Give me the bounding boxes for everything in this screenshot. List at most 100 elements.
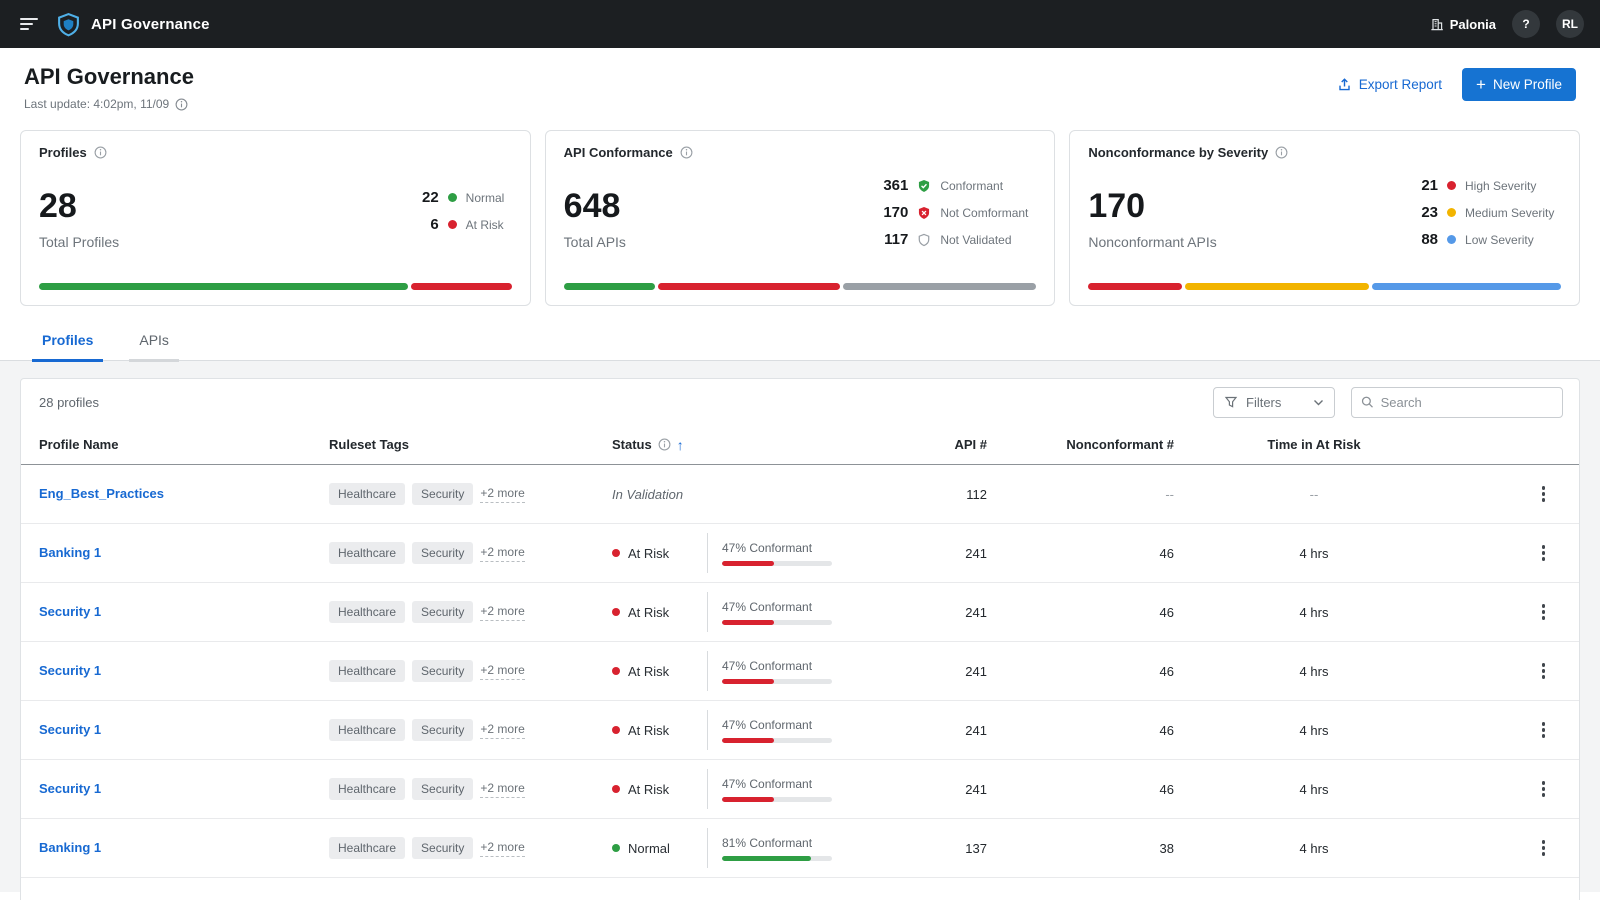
- status-text: At Risk: [628, 546, 669, 561]
- status-text: In Validation: [612, 487, 683, 502]
- info-icon[interactable]: [680, 146, 693, 159]
- ruleset-tags-cell: HealthcareSecurity+2 more: [329, 778, 612, 800]
- status-cell: At Risk: [612, 546, 707, 561]
- status-dot-icon: [612, 667, 620, 675]
- export-report-link[interactable]: Export Report: [1337, 77, 1442, 92]
- more-tags-link[interactable]: +2 more: [480, 545, 524, 562]
- col-profile-name: Profile Name: [39, 437, 329, 452]
- content-area: 28 profiles Filters: [0, 361, 1600, 892]
- profiles-card-title: Profiles: [39, 145, 87, 160]
- ruleset-tag-pill: Security: [412, 483, 473, 505]
- legend-item: 361 Conformant: [880, 177, 1036, 194]
- severity-dot-icon: [1447, 181, 1456, 190]
- nonconformant-count-cell: 46: [987, 546, 1174, 561]
- ruleset-tag-pill: Healthcare: [329, 778, 405, 800]
- info-icon[interactable]: [94, 146, 107, 159]
- nonconformant-count-cell: 46: [987, 605, 1174, 620]
- row-menu-button[interactable]: [1534, 775, 1554, 803]
- legend-item: 117 Not Validated: [880, 231, 1036, 248]
- time-at-risk-cell: 4 hrs: [1174, 546, 1454, 561]
- table-row: Security 1 HealthcareSecurity+2 more At …: [21, 583, 1579, 642]
- table-row: Banking 1 HealthcareSecurity+2 more At R…: [21, 524, 1579, 583]
- search-icon: [1361, 395, 1374, 409]
- profile-name-link[interactable]: Security 1: [39, 781, 101, 796]
- legend-item: 21 High Severity: [1410, 177, 1561, 194]
- tab-apis[interactable]: APIs: [129, 332, 179, 362]
- more-tags-link[interactable]: +2 more: [480, 486, 524, 503]
- ruleset-tag-pill: Security: [412, 719, 473, 741]
- status-cell: In Validation: [612, 487, 707, 502]
- legend-value: 21: [1410, 177, 1438, 194]
- ruleset-tag-pill: Healthcare: [329, 542, 405, 564]
- profile-name-link[interactable]: Eng_Best_Practices: [39, 486, 164, 501]
- top-navbar: API Governance Palonia ? RL: [0, 0, 1600, 48]
- conformance-label: 47% Conformant: [722, 541, 897, 555]
- row-menu-button[interactable]: [1534, 480, 1554, 508]
- status-cell: At Risk: [612, 723, 707, 738]
- ruleset-tag-pill: Security: [412, 601, 473, 623]
- legend-item: 170 Not Comformant: [880, 204, 1036, 221]
- ruleset-tag-pill: Security: [412, 837, 473, 859]
- nonconformant-apis-label: Nonconformant APIs: [1088, 234, 1216, 250]
- profile-name-link[interactable]: Security 1: [39, 604, 101, 619]
- shield-check-icon: [917, 179, 931, 193]
- bar-segment: [411, 283, 512, 290]
- table-row: Banking 1 HealthcareSecurity+2 more Norm…: [21, 819, 1579, 878]
- filters-dropdown[interactable]: Filters: [1213, 387, 1335, 418]
- info-icon[interactable]: [175, 98, 188, 111]
- more-tags-link[interactable]: +2 more: [480, 781, 524, 798]
- legend-label: Normal: [466, 191, 512, 205]
- last-update-text: Last update: 4:02pm, 11/09: [24, 97, 169, 111]
- api-conformance-card: API Conformance 648 Total APIs 361 Confo…: [545, 130, 1056, 306]
- conformance-progress-bar: [722, 620, 832, 625]
- row-menu-button[interactable]: [1534, 834, 1554, 862]
- conformance-progress-fill: [722, 797, 774, 802]
- profile-name-link[interactable]: Banking 1: [39, 840, 101, 855]
- profile-name-link[interactable]: Security 1: [39, 663, 101, 678]
- info-icon[interactable]: [658, 438, 671, 451]
- row-menu-button[interactable]: [1534, 598, 1554, 626]
- profile-name-link[interactable]: Banking 1: [39, 545, 101, 560]
- conformance-progress-fill: [722, 620, 774, 625]
- legend-value: 117: [880, 231, 908, 248]
- menu-icon[interactable]: [16, 12, 42, 36]
- sort-ascending-icon[interactable]: ↑: [677, 437, 684, 453]
- total-apis-value: 648: [564, 189, 626, 223]
- help-button[interactable]: ?: [1512, 10, 1540, 38]
- search-input[interactable]: [1381, 395, 1553, 410]
- status-text: At Risk: [628, 782, 669, 797]
- more-tags-link[interactable]: +2 more: [480, 840, 524, 857]
- ruleset-tag-pill: Security: [412, 660, 473, 682]
- org-switcher[interactable]: Palonia: [1430, 17, 1496, 32]
- more-tags-link[interactable]: +2 more: [480, 663, 524, 680]
- more-tags-link[interactable]: +2 more: [480, 722, 524, 739]
- legend-label: Medium Severity: [1465, 206, 1561, 220]
- new-profile-button[interactable]: + New Profile: [1462, 68, 1576, 101]
- time-at-risk-cell: --: [1174, 487, 1454, 502]
- info-icon[interactable]: [1275, 146, 1288, 159]
- ruleset-tags-cell: HealthcareSecurity+2 more: [329, 483, 612, 505]
- row-menu-button[interactable]: [1534, 716, 1554, 744]
- legend-value: 22: [411, 189, 439, 206]
- api-count-cell: 241: [897, 782, 987, 797]
- bar-segment: [1185, 283, 1369, 290]
- row-menu-button[interactable]: [1534, 539, 1554, 567]
- row-menu-button[interactable]: [1534, 657, 1554, 685]
- plus-icon: +: [1476, 76, 1486, 93]
- bar-segment: [564, 283, 655, 290]
- status-cell: At Risk: [612, 605, 707, 620]
- legend-label: Low Severity: [1465, 233, 1561, 247]
- shield-outline-icon: [917, 233, 931, 247]
- profiles-stacked-bar: [39, 283, 512, 290]
- table-header-row: Profile Name Ruleset Tags Status ↑ API #…: [21, 425, 1579, 465]
- profile-name-link[interactable]: Security 1: [39, 722, 101, 737]
- tab-profiles[interactable]: Profiles: [32, 332, 103, 362]
- user-avatar[interactable]: RL: [1556, 10, 1584, 38]
- status-dot-icon: [612, 549, 620, 557]
- time-at-risk-cell: 4 hrs: [1174, 782, 1454, 797]
- legend-value: 6: [411, 216, 439, 233]
- legend-label: Not Comformant: [940, 206, 1036, 220]
- total-apis-label: Total APIs: [564, 234, 626, 250]
- more-tags-link[interactable]: +2 more: [480, 604, 524, 621]
- api-count-cell: 112: [897, 487, 987, 502]
